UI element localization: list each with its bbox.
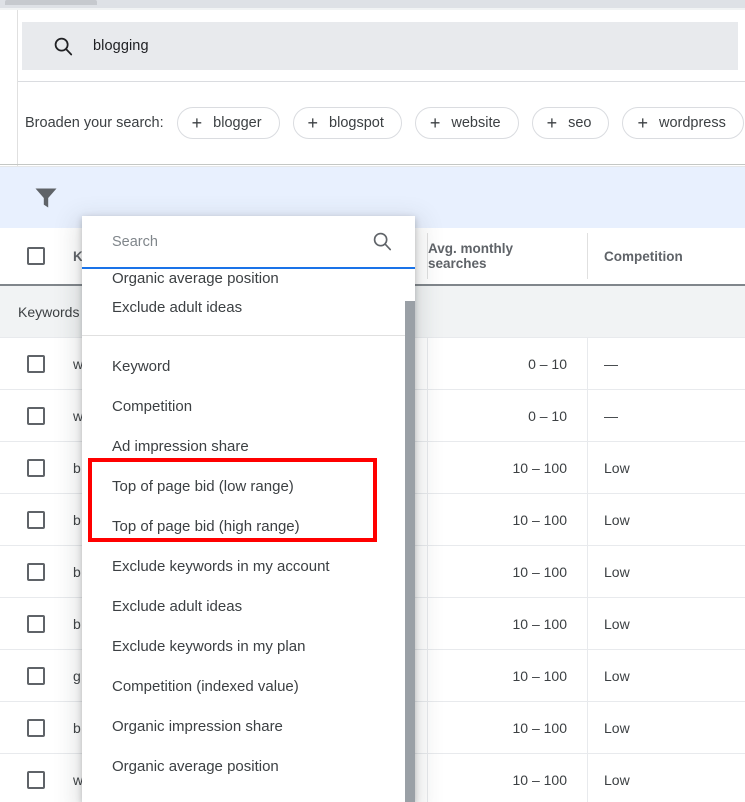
chip-label: website [451, 115, 501, 131]
filter-funnel-icon[interactable] [33, 187, 59, 209]
plus-icon: + [191, 113, 203, 133]
dropdown-option-exclude-adult-ideas[interactable]: Exclude adult ideas [82, 586, 415, 626]
dropdown-search-row[interactable]: Search [82, 216, 415, 269]
select-all-checkbox[interactable] [27, 247, 45, 265]
chip-label: wordpress [658, 115, 726, 131]
row-checkbox[interactable] [27, 770, 45, 789]
row-select-cell[interactable] [0, 666, 72, 685]
dropdown-option-competition-indexed-value[interactable]: Competition (indexed value) [82, 666, 415, 706]
row-checkbox[interactable] [27, 458, 45, 477]
row-select-cell[interactable] [0, 614, 72, 633]
cell-competition: — [587, 389, 745, 442]
dropdown-item-exclude-adult-ideas-pinned[interactable]: Exclude adult ideas [82, 287, 415, 327]
dropdown-option-top-of-page-bid-low-range[interactable]: Top of page bid (low range) [82, 466, 415, 506]
chip-label: blogspot [329, 115, 384, 131]
dropdown-option-exclude-keywords-in-my-account[interactable]: Exclude keywords in my account [82, 546, 415, 586]
row-checkbox[interactable] [27, 354, 45, 373]
dropdown-separator [82, 335, 415, 336]
row-checkbox[interactable] [27, 510, 45, 529]
browser-tab[interactable] [5, 0, 97, 5]
row-select-cell[interactable] [0, 562, 72, 581]
row-select-cell[interactable] [0, 354, 72, 373]
row-checkbox[interactable] [27, 718, 45, 737]
broaden-label: Broaden your search: [25, 115, 164, 131]
broaden-your-search-row: Broaden your search: + blogger + blogspo… [18, 82, 745, 164]
cell-volume: 10 – 100 [427, 597, 587, 650]
cell-volume: 10 – 100 [427, 701, 587, 754]
cell-competition: Low [587, 597, 745, 650]
cell-competition: Low [587, 441, 745, 494]
dropdown-option-competition[interactable]: Competition [82, 386, 415, 426]
row-select-cell[interactable] [0, 406, 72, 425]
cell-competition: Low [587, 701, 745, 754]
broaden-chip-website[interactable]: + website [414, 107, 519, 139]
dropdown-option-keyword[interactable]: Keyword [82, 346, 415, 386]
cell-volume: 10 – 100 [427, 753, 587, 802]
dropdown-scroll-area[interactable]: Organic average position Exclude adult i… [82, 269, 415, 802]
row-checkbox[interactable] [27, 406, 45, 425]
dropdown-option-top-of-page-bid-high-range[interactable]: Top of page bid (high range) [82, 506, 415, 546]
cell-volume: 10 – 100 [427, 493, 587, 546]
plus-icon: + [307, 113, 319, 133]
search-section: blogging [18, 10, 745, 82]
chip-label: blogger [213, 115, 262, 131]
row-select-cell[interactable] [0, 458, 72, 477]
cell-volume: 0 – 10 [427, 337, 587, 390]
cell-competition: Low [587, 649, 745, 702]
column-picker-dropdown[interactable]: Search Organic average position Exclude … [82, 216, 415, 802]
cell-volume: 0 – 10 [427, 389, 587, 442]
dropdown-item-partial-top[interactable]: Organic average position [82, 269, 415, 287]
cell-competition: Low [587, 753, 745, 802]
browser-chrome-strip [0, 0, 745, 8]
dropdown-scrollbar[interactable] [405, 301, 415, 802]
broaden-divider [0, 164, 745, 165]
dropdown-option-exclude-keywords-in-my-plan[interactable]: Exclude keywords in my plan [82, 626, 415, 666]
dropdown-option-organic-impression-share[interactable]: Organic impression share [82, 706, 415, 746]
chip-label: seo [568, 115, 592, 131]
row-select-cell[interactable] [0, 510, 72, 529]
broaden-chip-blogger[interactable]: + blogger [176, 107, 280, 139]
cell-volume: 10 – 100 [427, 441, 587, 494]
search-icon [54, 37, 73, 56]
dropdown-item-list: Organic average position Exclude adult i… [82, 269, 415, 786]
row-checkbox[interactable] [27, 562, 45, 581]
cell-competition: Low [587, 545, 745, 598]
search-input-value[interactable]: blogging [93, 38, 149, 54]
dropdown-option-ad-impression-share[interactable]: Ad impression share [82, 426, 415, 466]
cell-competition: — [587, 337, 745, 390]
select-all-cell[interactable] [0, 247, 72, 265]
broaden-chip-seo[interactable]: + seo [531, 107, 610, 139]
plus-icon: + [429, 113, 441, 133]
broaden-chip-blogspot[interactable]: + blogspot [292, 107, 402, 139]
column-header-competition[interactable]: Competition [587, 233, 745, 279]
row-checkbox[interactable] [27, 614, 45, 633]
cell-volume: 10 – 100 [427, 545, 587, 598]
plus-icon: + [637, 113, 648, 133]
row-select-cell[interactable] [0, 770, 72, 789]
column-header-volume[interactable]: Avg. monthly searches [427, 233, 587, 279]
cell-volume: 10 – 100 [427, 649, 587, 702]
dropdown-options: Keyword Competition Ad impression share Top… [82, 346, 415, 786]
cell-competition: Low [587, 493, 745, 546]
plus-icon: + [546, 113, 558, 133]
dropdown-search-placeholder[interactable]: Search [112, 234, 158, 250]
app-root: blogging Broaden your search: + blogger … [0, 0, 745, 802]
broaden-chip-wordpress[interactable]: + wordpress [622, 107, 744, 139]
keyword-search-box[interactable]: blogging [22, 22, 738, 70]
row-checkbox[interactable] [27, 666, 45, 685]
row-select-cell[interactable] [0, 718, 72, 737]
search-icon[interactable] [371, 230, 393, 252]
dropdown-option-organic-average-position[interactable]: Organic average position [82, 746, 415, 786]
